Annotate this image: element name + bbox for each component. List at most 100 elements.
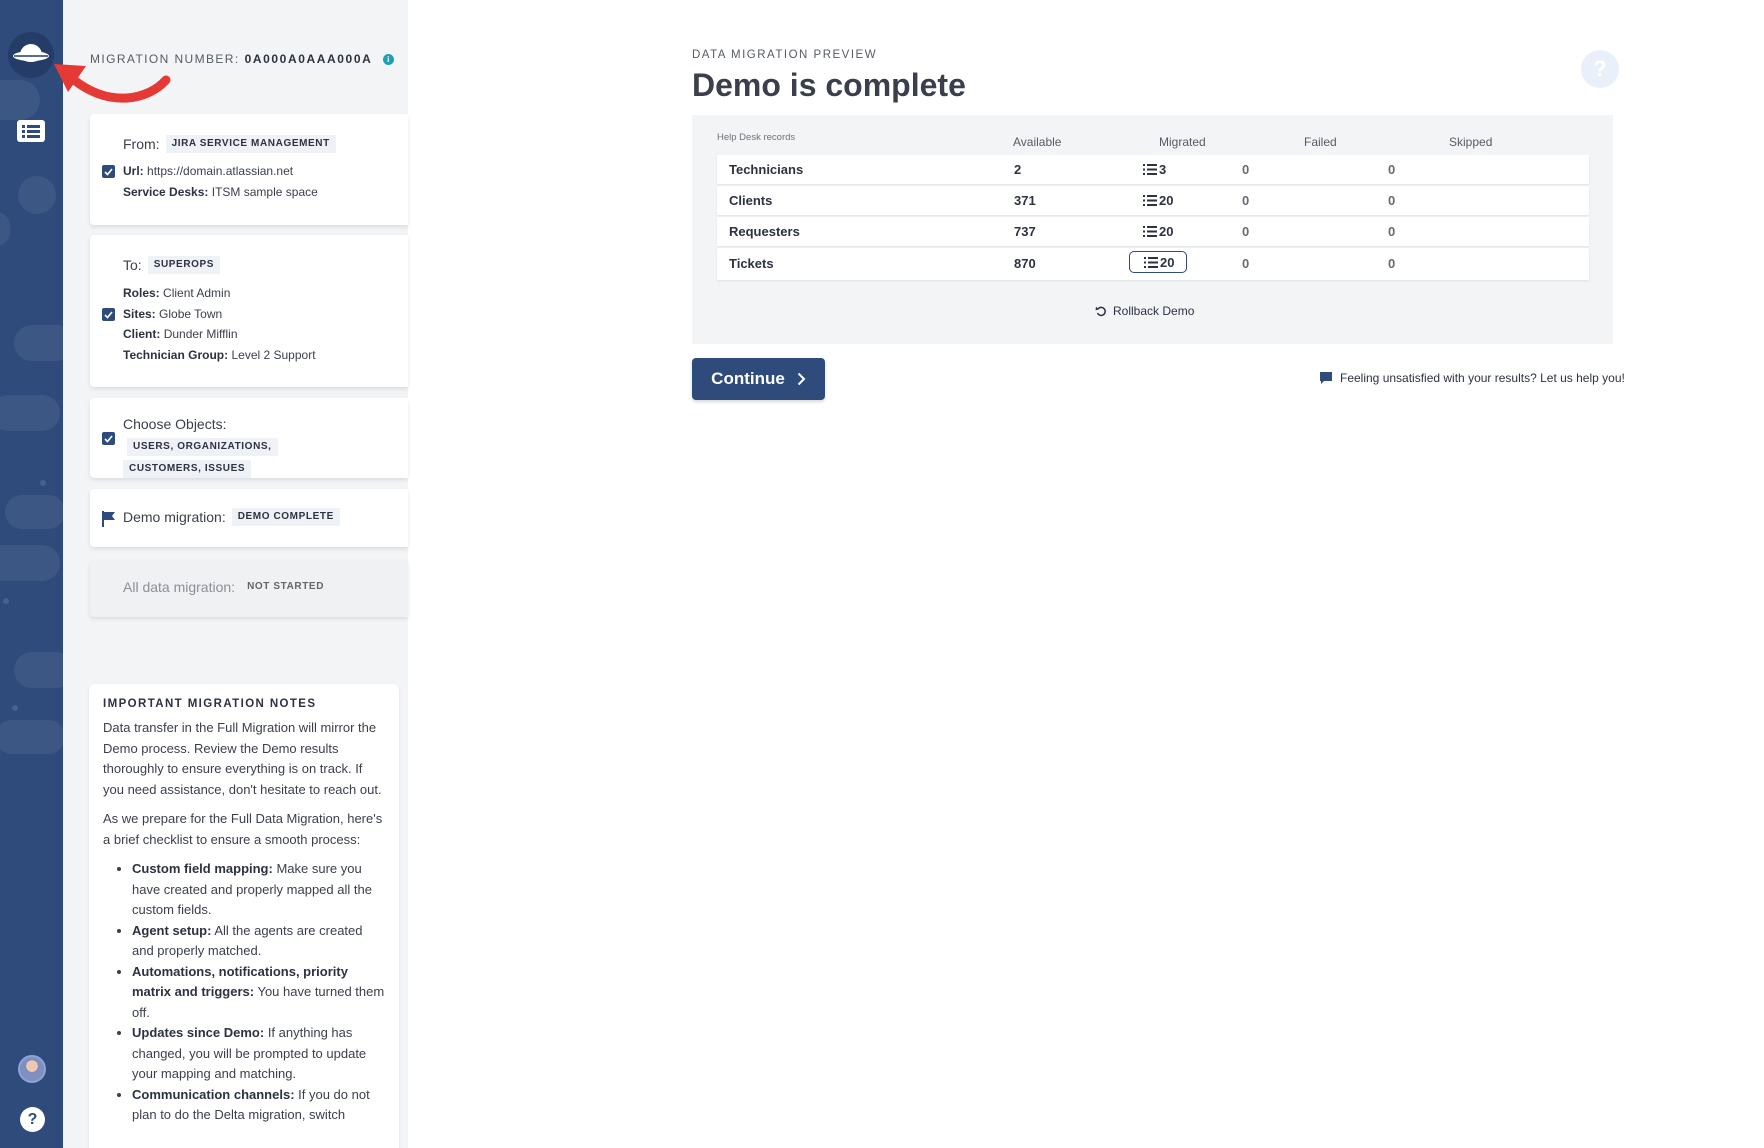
list-icon	[1143, 195, 1157, 206]
step-full-card: All data migration: NOT STARTED	[90, 560, 408, 617]
row-name: Technicians	[729, 162, 804, 177]
notes-checklist: Custom field mapping: Make sure you have…	[103, 859, 385, 1126]
column-header-migrated: Migrated	[1159, 135, 1206, 149]
rollback-demo-button[interactable]: Rollback Demo	[1095, 304, 1194, 318]
row-migrated: 20	[1159, 193, 1174, 208]
list-icon	[1144, 257, 1158, 268]
step-from-card[interactable]: From: JIRA SERVICE MANAGEMENT Url: https…	[90, 114, 408, 225]
row-name: Clients	[729, 193, 773, 208]
list-icon	[1143, 164, 1157, 175]
migration-number: MIGRATION NUMBER: 0A000A0AAA000A i	[90, 52, 395, 66]
table-row: Tickets 870 20 0 0	[717, 248, 1589, 280]
row-failed: 0	[1242, 162, 1250, 177]
user-avatar[interactable]	[18, 1055, 46, 1083]
step-objects-label: Choose Objects:	[123, 416, 227, 432]
list-icon[interactable]	[16, 116, 46, 146]
detail-service-desks: Service Desks: ITSM sample space	[123, 184, 318, 199]
step-full-label: All data migration:	[123, 579, 236, 595]
row-available: 371	[1014, 193, 1036, 208]
migrated-list-button[interactable]: 3	[1143, 162, 1166, 177]
rail-decoration	[18, 176, 56, 214]
help-button[interactable]: ?	[1581, 50, 1619, 88]
list-item: Communication channels: If you do not pl…	[132, 1085, 385, 1126]
check-icon	[102, 308, 115, 321]
column-header-failed: Failed	[1304, 135, 1337, 149]
migrated-list-button[interactable]: 20	[1143, 193, 1173, 208]
step-demo-value: DEMO COMPLETE	[231, 508, 340, 526]
step-objects-line: Choose Objects: USERS, ORGANIZATIONS, CU…	[123, 414, 378, 478]
table-row: Requesters 737 20 0 0	[717, 217, 1589, 246]
row-failed: 0	[1242, 256, 1250, 271]
undo-icon	[1095, 306, 1106, 317]
feedback-link[interactable]: Feeling unsatisfied with your results? L…	[1320, 371, 1625, 385]
rail-decoration	[5, 495, 63, 529]
page-eyebrow: DATA MIGRATION PREVIEW	[692, 49, 878, 61]
help-button[interactable]: ?	[20, 1107, 45, 1132]
page-title: Demo is complete	[692, 67, 966, 103]
rail-decoration	[0, 720, 63, 754]
rail-decoration	[14, 652, 63, 688]
migrated-list-button[interactable]: 20	[1143, 224, 1173, 239]
detail-technician-group: Technician Group: Level 2 Support	[123, 347, 316, 362]
migration-number-label: MIGRATION NUMBER:	[90, 52, 240, 66]
list-item: Agent setup: All the agents are created …	[132, 921, 385, 962]
row-available: 737	[1014, 224, 1036, 239]
table-row: Clients 371 20 0 0	[717, 186, 1589, 215]
step-full-value: NOT STARTED	[247, 581, 325, 592]
chat-icon	[1320, 372, 1332, 384]
continue-button[interactable]: Continue	[692, 358, 825, 400]
column-header-records: Help Desk records	[717, 132, 796, 143]
step-to-label: To:	[123, 257, 142, 273]
rail-decoration	[0, 395, 60, 431]
step-objects-card[interactable]: Choose Objects: USERS, ORGANIZATIONS, CU…	[90, 398, 408, 478]
row-available: 2	[1014, 162, 1022, 177]
feedback-label: Feeling unsatisfied with your results? L…	[1340, 371, 1625, 385]
flag-icon	[102, 511, 115, 527]
chevron-right-icon	[797, 372, 806, 386]
detail-client: Client: Dunder Mifflin	[123, 327, 238, 341]
row-skipped: 0	[1388, 224, 1396, 239]
row-migrated: 20	[1159, 224, 1174, 239]
column-header-available: Available	[1013, 135, 1062, 149]
step-objects-value-cont: CUSTOMERS, ISSUES	[123, 460, 252, 478]
rollback-demo-label: Rollback Demo	[1113, 304, 1195, 318]
migration-notes: IMPORTANT MIGRATION NOTES Data transfer …	[89, 684, 399, 1148]
detail-url: Url: https://domain.atlassian.net	[123, 164, 294, 178]
rail-decoration	[0, 80, 40, 120]
row-skipped: 0	[1388, 256, 1396, 271]
list-item: Updates since Demo: If anything has chan…	[132, 1023, 385, 1085]
results-table: Help Desk records Available Migrated Fai…	[692, 115, 1613, 344]
row-failed: 0	[1242, 193, 1250, 208]
column-header-skipped: Skipped	[1449, 135, 1493, 149]
rail-decoration	[14, 325, 63, 361]
step-demo-card[interactable]: Demo migration: DEMO COMPLETE	[90, 489, 408, 547]
list-icon	[1143, 226, 1157, 237]
row-migrated: 3	[1159, 162, 1167, 177]
step-from-details: Url: https://domain.atlassian.net Servic…	[123, 161, 318, 202]
step-full-line: All data migration: NOT STARTED	[123, 577, 378, 597]
step-from-label: From:	[123, 136, 160, 152]
step-objects-value: USERS, ORGANIZATIONS,	[127, 438, 278, 456]
row-skipped: 0	[1388, 193, 1396, 208]
step-demo-label: Demo migration:	[123, 509, 226, 525]
check-icon	[102, 165, 115, 178]
notes-paragraph: Data transfer in the Full Migration will…	[103, 720, 382, 797]
rail-decoration	[40, 480, 46, 486]
info-icon[interactable]: i	[383, 53, 395, 65]
row-name: Tickets	[729, 256, 774, 271]
detail-roles: Roles: Client Admin	[123, 286, 231, 300]
step-to-card[interactable]: To: SUPEROPS Roles: Client Admin Sites: …	[90, 235, 408, 387]
rail-decoration	[0, 545, 60, 581]
step-from-line: From: JIRA SERVICE MANAGEMENT	[123, 134, 378, 154]
list-item: Automations, notifications, priority mat…	[132, 962, 385, 1024]
step-demo-line: Demo migration: DEMO COMPLETE	[123, 507, 378, 527]
left-rail: ?	[0, 0, 63, 1148]
row-skipped: 0	[1388, 162, 1396, 177]
check-icon	[102, 432, 115, 445]
migrated-list-button[interactable]: 20	[1129, 251, 1188, 273]
continue-label: Continue	[711, 369, 785, 388]
row-failed: 0	[1242, 224, 1250, 239]
table-row: Technicians 2 3 0 0	[717, 155, 1589, 184]
notes-paragraph: As we prepare for the Full Data Migratio…	[103, 811, 383, 847]
rail-decoration	[3, 598, 9, 604]
